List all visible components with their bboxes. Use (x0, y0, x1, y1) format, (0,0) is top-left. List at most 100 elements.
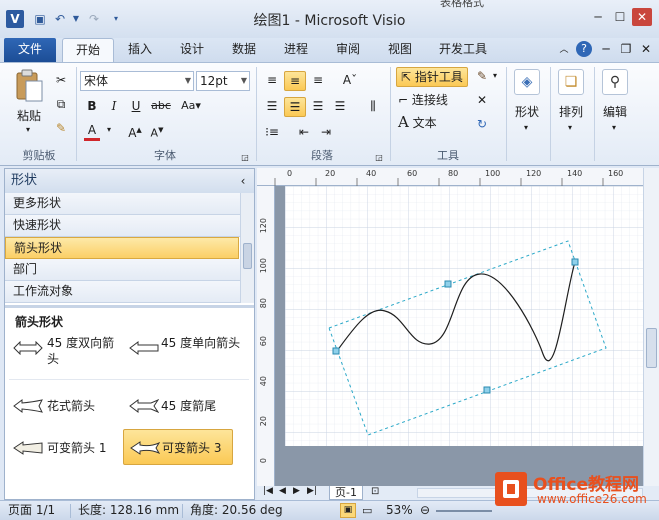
connector-button[interactable]: ⌐ 连接线 (398, 91, 470, 111)
zoom-out-icon[interactable]: ⊖ (420, 501, 430, 520)
cut-icon[interactable]: ✂ (52, 71, 70, 89)
format-painter-icon[interactable]: ✎ (52, 119, 70, 137)
tab-insert[interactable]: 插入 (118, 38, 162, 62)
tab-process[interactable]: 进程 (274, 38, 318, 62)
ruler-tick-label: 60 (407, 169, 418, 178)
stencil-quick-shapes[interactable]: 快速形状 (5, 215, 240, 237)
context-tab-label: 表格格式 (440, 0, 484, 9)
paste-icon[interactable] (14, 69, 44, 103)
shape-item-45-double-arrow[interactable]: 45 度双向箭头 (9, 333, 125, 369)
doc-minimize-icon[interactable]: ─ (598, 40, 614, 58)
decrease-indent-button[interactable]: ⇤ (294, 123, 314, 141)
paste-dropdown-icon[interactable]: ▾ (20, 121, 36, 139)
insert-page-icon[interactable]: ⊡ (371, 486, 379, 497)
justify-button[interactable]: ☰ (330, 97, 350, 115)
italic-button[interactable]: I (106, 97, 122, 115)
pencil-dropdown-icon[interactable]: ▾ (490, 67, 500, 85)
status-page[interactable]: 页面 1/1 (8, 501, 55, 520)
maximize-button[interactable]: ☐ (610, 8, 630, 26)
doc-restore-icon[interactable]: ❐ (618, 40, 634, 58)
text-tool-label: 文本 (412, 116, 437, 130)
shrink-font-button[interactable]: A▼ (148, 121, 166, 143)
shape-dropdown-icon[interactable]: ▾ (518, 119, 534, 137)
shape-item-variable-arrow-1[interactable]: 可变箭头 1 (9, 435, 125, 461)
drawing-page[interactable] (285, 186, 643, 446)
tab-review[interactable]: 审阅 (326, 38, 370, 62)
pointer-tool-button[interactable]: ⇱ 指针工具 (396, 67, 468, 87)
presentation-mode-icon[interactable]: ▭ (362, 501, 372, 520)
collapse-panel-icon[interactable]: ‹ (235, 172, 251, 190)
horizontal-ruler[interactable]: 0 20 40 60 80 100 120 140 160 (257, 168, 643, 186)
copy-icon[interactable]: ⧉ (52, 95, 70, 113)
help-icon[interactable]: ? (576, 41, 592, 57)
shape-item-45-single-arrow[interactable]: 45 度单向箭头 (125, 333, 245, 369)
text-tool-button[interactable]: A 文本 (398, 113, 470, 133)
edit-dropdown-icon[interactable]: ▾ (606, 119, 622, 137)
shape-style-icon[interactable]: ◈ (514, 69, 540, 95)
grow-font-button[interactable]: A▲ (126, 121, 144, 142)
page-tab-1[interactable]: 页-1 (329, 486, 363, 500)
tab-developer[interactable]: 开发工具 (430, 38, 496, 62)
text-size-button[interactable]: Aˇ (340, 71, 360, 89)
stencil-workflow-objects[interactable]: 工作流对象▼ (5, 281, 252, 303)
zoom-slider[interactable] (436, 510, 492, 512)
tab-data[interactable]: 数据 (222, 38, 266, 62)
shape-group-button[interactable]: 形状 (510, 103, 544, 120)
rotate-icon[interactable]: ↻ (472, 115, 492, 133)
stencil-scrollbar[interactable] (240, 193, 254, 303)
find-icon[interactable]: ⚲ (602, 69, 628, 95)
connection-point-icon[interactable]: ✕ (472, 91, 492, 109)
tab-design[interactable]: 设计 (170, 38, 214, 62)
arrange-icon[interactable]: ❏ (558, 69, 584, 95)
first-page-icon[interactable]: |◀ (263, 486, 273, 496)
strikethrough-button[interactable]: abc (150, 97, 172, 115)
tab-view[interactable]: 视图 (378, 38, 422, 62)
stencil-arrow-shapes[interactable]: 箭头形状 (5, 237, 239, 259)
align-center-button[interactable]: ☰ (284, 97, 306, 117)
shape-item-variable-arrow-3[interactable]: 可变箭头 3 (123, 429, 233, 465)
align-bottom-button[interactable]: ≡ (308, 71, 328, 89)
arrange-group-button[interactable]: 排列 (554, 103, 588, 120)
paragraph-dialog-launcher-icon[interactable]: ◲ (374, 149, 384, 167)
font-name-select[interactable]: 宋体 ▼ (80, 71, 194, 91)
font-dialog-launcher-icon[interactable]: ◲ (240, 149, 250, 167)
tab-file[interactable]: 文件 (4, 38, 56, 62)
font-color-dropdown-icon[interactable]: ▾ (104, 121, 114, 139)
align-middle-button[interactable]: ≡ (284, 71, 306, 91)
font-size-select[interactable]: 12pt ▼ (196, 71, 250, 91)
next-page-icon[interactable]: ▶ (293, 486, 300, 496)
tab-home[interactable]: 开始 (62, 38, 114, 62)
prev-page-icon[interactable]: ◀ (279, 486, 286, 496)
stencil-departments[interactable]: 部门 (5, 259, 240, 281)
pencil-icon[interactable]: ✎ (472, 67, 492, 85)
shape-item-fancy-arrow[interactable]: 花式箭头 (9, 395, 125, 417)
stencil-more-shapes[interactable]: 更多形状▶ (5, 193, 252, 215)
zoom-level[interactable]: 53% (386, 501, 413, 520)
shape-item-45-tail[interactable]: 45 度箭尾 (125, 395, 245, 417)
scrollbar-thumb[interactable] (243, 243, 252, 269)
font-color-button[interactable]: A (84, 121, 100, 141)
scrollbar-thumb[interactable] (646, 328, 657, 368)
underline-button[interactable]: U (128, 97, 144, 115)
minimize-button[interactable]: ─ (588, 8, 608, 26)
close-button[interactable]: ✕ (632, 8, 652, 26)
arrange-dropdown-icon[interactable]: ▾ (562, 119, 578, 137)
edit-group-button[interactable]: 编辑 (598, 103, 632, 120)
divider (550, 67, 551, 161)
increase-indent-button[interactable]: ⇥ (316, 123, 336, 141)
align-top-button[interactable]: ≡ (262, 71, 282, 89)
full-screen-view-icon[interactable]: ▣ (340, 503, 356, 518)
align-right-button[interactable]: ☰ (308, 97, 328, 115)
stencil-label: 部门 (13, 262, 38, 276)
text-direction-button[interactable]: ⫼ (362, 97, 384, 115)
bullets-button[interactable]: ⁝≡ (262, 123, 282, 141)
ruler-tick-label: 120 (526, 169, 542, 178)
ribbon-minimize-icon[interactable]: ︿ (556, 41, 572, 59)
vertical-ruler[interactable]: 120 100 80 60 40 20 0 (257, 186, 275, 486)
canvas-vertical-scrollbar[interactable] (643, 168, 659, 486)
change-case-button[interactable]: Aa▾ (178, 97, 204, 115)
align-left-button[interactable]: ☰ (262, 97, 282, 115)
bold-button[interactable]: B (84, 97, 100, 115)
last-page-icon[interactable]: ▶| (307, 486, 317, 496)
doc-close-icon[interactable]: ✕ (638, 40, 654, 58)
